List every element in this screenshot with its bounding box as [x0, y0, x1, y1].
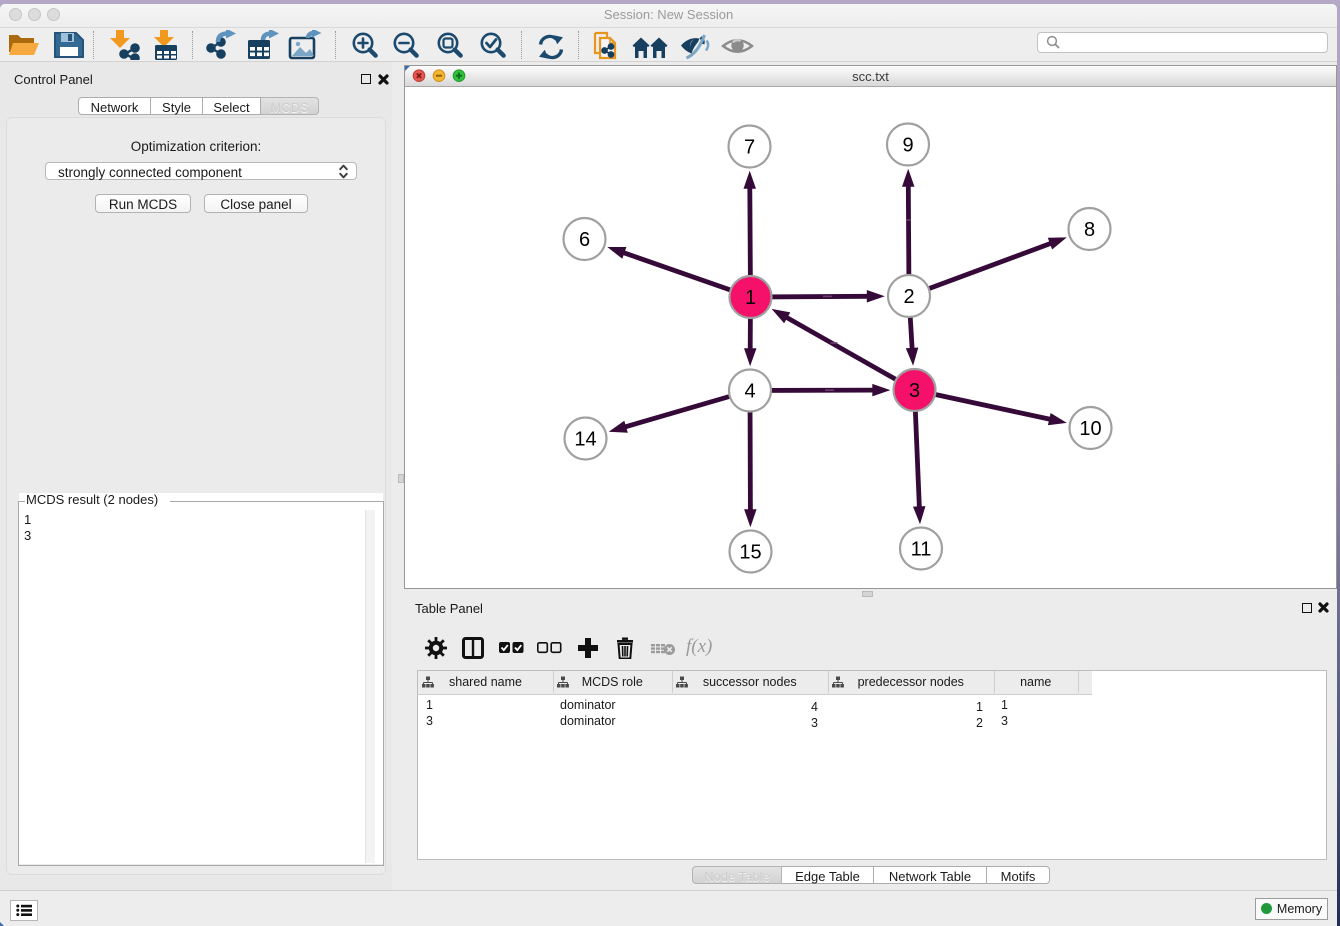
svg-text:4: 4	[744, 381, 755, 403]
svg-text:11: 11	[911, 539, 932, 561]
svg-text:2: 2	[903, 286, 914, 308]
svg-text:7: 7	[744, 137, 755, 159]
svg-text:6: 6	[579, 229, 590, 251]
svg-text:1: 1	[745, 287, 756, 309]
svg-text:8: 8	[1084, 219, 1095, 241]
svg-text:10: 10	[1079, 418, 1101, 440]
svg-text:3: 3	[909, 380, 920, 402]
svg-text:9: 9	[902, 135, 913, 157]
svg-text:15: 15	[739, 542, 761, 564]
svg-text:14: 14	[574, 429, 596, 451]
